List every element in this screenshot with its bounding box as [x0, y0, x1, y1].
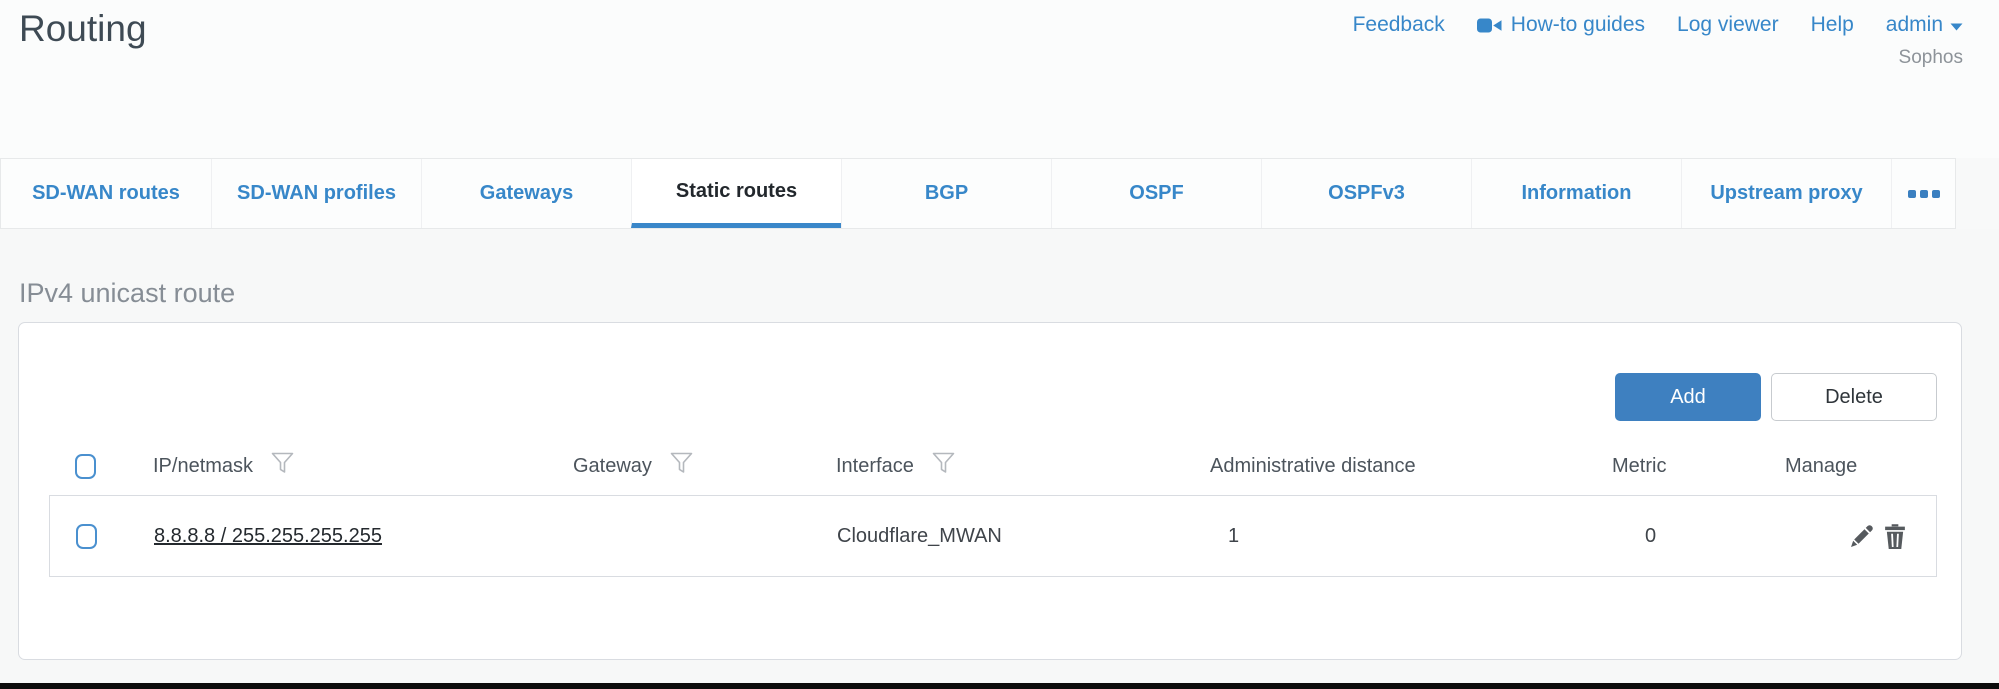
tab-ospfv3[interactable]: OSPFv3 — [1261, 159, 1471, 228]
cell-ip-netmask: 8.8.8.8 / 255.255.255.255 — [154, 525, 574, 548]
column-header-metric: Metric — [1612, 455, 1785, 478]
delete-button[interactable]: Delete — [1771, 373, 1937, 421]
ellipsis-dot — [1908, 190, 1916, 198]
filter-icon[interactable] — [932, 452, 955, 480]
tab-gateways[interactable]: Gateways — [421, 159, 631, 228]
caret-down-icon — [1950, 13, 1963, 37]
section-title: IPv4 unicast route — [19, 278, 235, 309]
edit-icon[interactable] — [1849, 523, 1875, 549]
tab-bar: SD-WAN routes SD-WAN profiles Gateways S… — [0, 158, 1956, 229]
feedback-link[interactable]: Feedback — [1353, 13, 1445, 37]
header-checkbox-cell — [49, 454, 153, 479]
how-to-guides-label: How-to guides — [1511, 13, 1645, 37]
header-nav: Feedback How-to guides Log viewer Help a… — [1353, 13, 1963, 37]
top-header: Routing Feedback How-to guides Log viewe… — [0, 0, 1999, 158]
tab-static-routes[interactable]: Static routes — [631, 159, 841, 228]
column-label: Interface — [836, 455, 914, 478]
filter-icon[interactable] — [271, 452, 294, 480]
cell-interface: Cloudflare_MWAN — [837, 525, 1211, 548]
column-header-interface: Interface — [836, 452, 1210, 480]
row-checkbox-cell — [50, 524, 154, 549]
column-header-administrative-distance: Administrative distance — [1210, 455, 1612, 478]
add-button[interactable]: Add — [1615, 373, 1761, 421]
table-row: 8.8.8.8 / 255.255.255.255 Cloudflare_MWA… — [49, 495, 1937, 577]
table-header-row: IP/netmask Gateway Interface Administrat… — [49, 437, 1937, 495]
delete-icon[interactable] — [1883, 523, 1907, 550]
log-viewer-link[interactable]: Log viewer — [1677, 13, 1779, 37]
tab-ospf[interactable]: OSPF — [1051, 159, 1261, 228]
toolbar: Add Delete — [49, 373, 1937, 421]
column-header-gateway: Gateway — [573, 452, 836, 480]
tab-information[interactable]: Information — [1471, 159, 1681, 228]
admin-label: admin — [1886, 13, 1943, 37]
column-label: Manage — [1785, 455, 1857, 478]
filter-icon[interactable] — [670, 452, 693, 480]
tab-sd-wan-routes[interactable]: SD-WAN routes — [1, 159, 211, 228]
page-title: Routing — [19, 8, 147, 50]
screen-bottom-edge — [0, 683, 1999, 689]
cell-administrative-distance: 1 — [1211, 525, 1613, 548]
tab-upstream-proxy[interactable]: Upstream proxy — [1681, 159, 1891, 228]
help-label: Help — [1811, 13, 1854, 37]
row-checkbox[interactable] — [76, 524, 97, 549]
cell-manage — [1786, 523, 1936, 550]
feedback-label: Feedback — [1353, 13, 1445, 37]
ellipsis-dot — [1920, 190, 1928, 198]
select-all-checkbox[interactable] — [75, 454, 96, 479]
video-camera-icon — [1477, 17, 1502, 34]
routes-card: Add Delete IP/netmask Gateway Interface — [18, 322, 1962, 660]
tab-overflow-ellipsis-icon[interactable] — [1891, 159, 1955, 228]
column-label: Administrative distance — [1210, 455, 1416, 478]
cell-metric: 0 — [1613, 525, 1786, 548]
brand-label: Sophos — [1899, 47, 1963, 69]
tab-bgp[interactable]: BGP — [841, 159, 1051, 228]
column-header-ip-netmask: IP/netmask — [153, 452, 573, 480]
help-link[interactable]: Help — [1811, 13, 1854, 37]
route-link[interactable]: 8.8.8.8 / 255.255.255.255 — [154, 525, 382, 547]
content-area: IPv4 unicast route Add Delete IP/netmask… — [0, 229, 1999, 684]
column-header-manage: Manage — [1785, 455, 1937, 478]
log-viewer-label: Log viewer — [1677, 13, 1779, 37]
tab-sd-wan-profiles[interactable]: SD-WAN profiles — [211, 159, 421, 228]
admin-user-menu[interactable]: admin — [1886, 13, 1963, 37]
column-label: IP/netmask — [153, 455, 253, 478]
column-label: Gateway — [573, 455, 652, 478]
column-label: Metric — [1612, 455, 1666, 478]
ellipsis-dot — [1932, 190, 1940, 198]
how-to-guides-link[interactable]: How-to guides — [1477, 13, 1645, 37]
